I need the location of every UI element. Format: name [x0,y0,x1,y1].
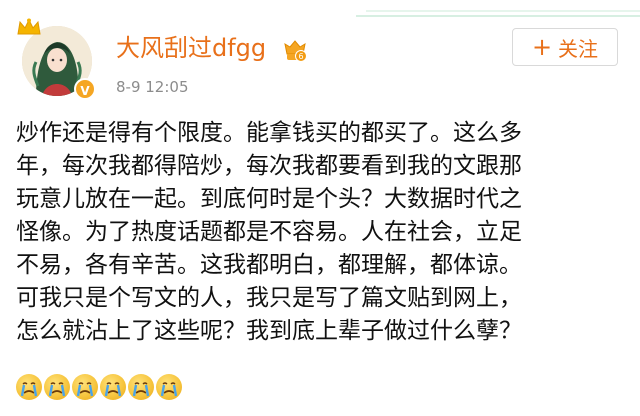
avatar-container[interactable]: V [16,16,100,100]
post-body-line: 年，每次我都得陪炒，每次我都要看到我的文跟那 [16,153,522,179]
post-timestamp: 8-9 12:05 [116,78,189,96]
level-badge-icon: 6 [284,40,307,62]
follow-button[interactable]: + 关注 [512,28,618,66]
crying-face-icon [16,374,42,400]
top-decoration [356,10,640,17]
crying-face-icon [100,374,126,400]
crying-face-icon [44,374,70,400]
plus-icon: + [531,33,553,61]
author-name[interactable]: 大风刮过dfgg [116,28,266,68]
post-body: 炒作还是得有个限度。能拿钱买的都买了。这么多 年，每次我都得陪炒，每次我都要看到… [16,117,632,348]
emoji-row [16,374,182,402]
post-body-line: 怎么就沾上了这些呢？我到底上辈子做过什么孽？ [16,318,522,344]
level-badge-number: 6 [298,52,303,61]
post-body-line: 怪像。为了热度话题都是不容易。人在社会，立足 [16,219,522,245]
vip-badge: V [74,78,96,100]
crown-icon [17,18,41,35]
crying-face-icon [156,374,182,400]
post-body-line: 可我只是个写文的人，我只是写了篇文贴到网上， [16,285,522,311]
crying-face-icon [128,374,154,400]
post-body-line: 炒作还是得有个限度。能拿钱买的都买了。这么多 [16,120,522,146]
weibo-post-card: V 大风刮过dfgg 6 8-9 12:05 + 关注 炒作还是得有个限度。能拿… [0,0,640,416]
follow-button-label: 关注 [558,36,599,61]
crying-face-icon [72,374,98,400]
post-body-line: 不易，各有辛苦。这我都明白，都理解，都体谅。 [16,252,522,278]
post-body-line: 玩意儿放在一起。到底何时是个头？大数据时代之 [16,186,522,212]
